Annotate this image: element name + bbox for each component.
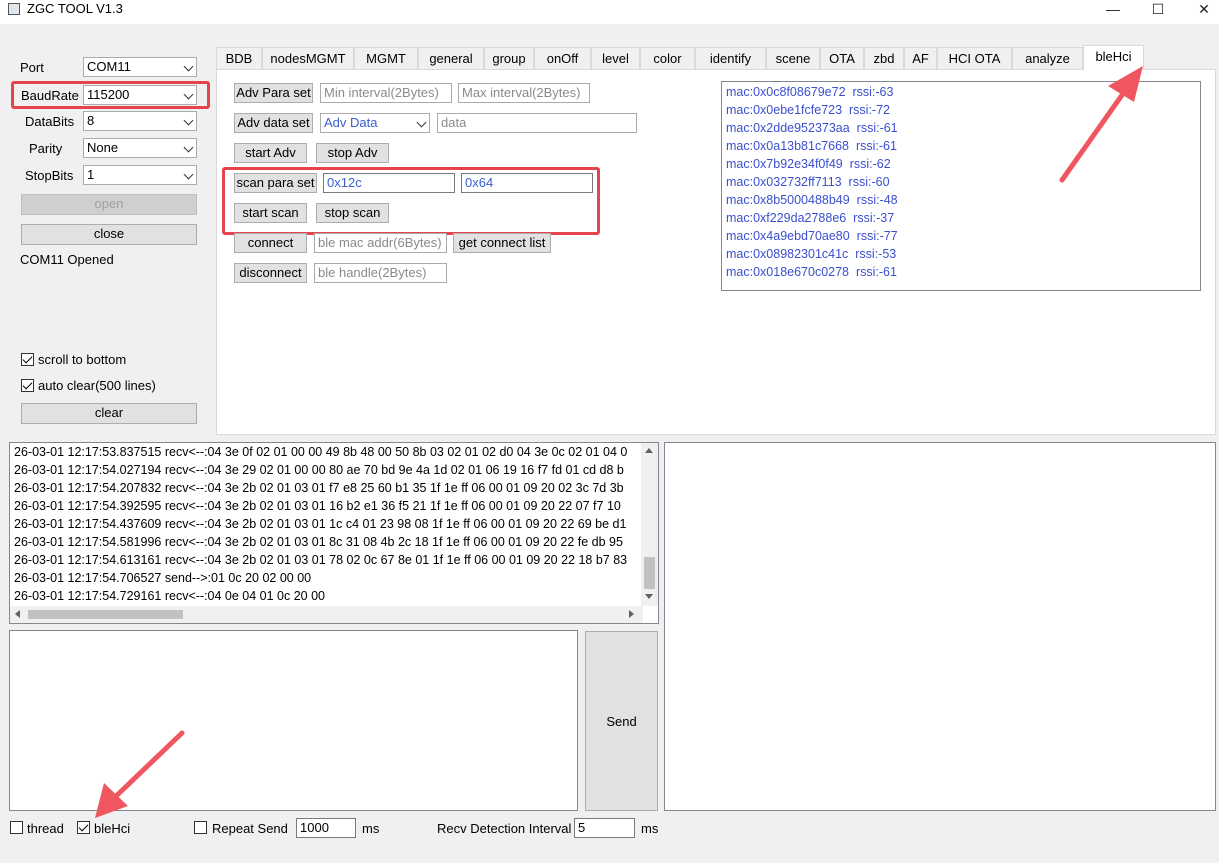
arrow-to-blehci-tab: [1059, 66, 1143, 183]
annotation-arrows: [95, 66, 1143, 818]
arrow-to-blehci-checkbox: [95, 730, 185, 818]
